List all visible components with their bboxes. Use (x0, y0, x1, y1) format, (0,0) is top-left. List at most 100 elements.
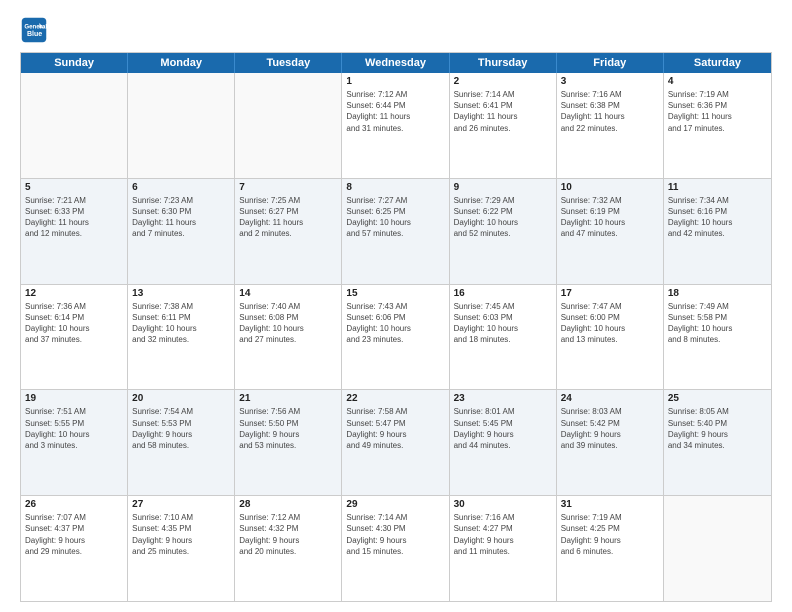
cell-info-text: Sunrise: 8:03 AM Sunset: 5:42 PM Dayligh… (561, 406, 659, 451)
calendar-cell: 18 Sunrise: 7:49 AM Sunset: 5:58 PM Dayli… (664, 285, 771, 390)
calendar-cell: 1 Sunrise: 7:12 AM Sunset: 6:44 PM Daylig… (342, 73, 449, 178)
cell-info-text: Sunrise: 7:49 AM Sunset: 5:58 PM Dayligh… (668, 301, 767, 346)
calendar-body: 1 Sunrise: 7:12 AM Sunset: 6:44 PM Daylig… (21, 73, 771, 601)
cell-info-text: Sunrise: 7:07 AM Sunset: 4:37 PM Dayligh… (25, 512, 123, 557)
cell-info-text: Sunrise: 7:10 AM Sunset: 4:35 PM Dayligh… (132, 512, 230, 557)
cell-date-number: 24 (561, 393, 659, 404)
cell-info-text: Sunrise: 7:47 AM Sunset: 6:00 PM Dayligh… (561, 301, 659, 346)
cell-info-text: Sunrise: 7:25 AM Sunset: 6:27 PM Dayligh… (239, 195, 337, 240)
cell-info-text: Sunrise: 7:23 AM Sunset: 6:30 PM Dayligh… (132, 195, 230, 240)
cell-date-number: 10 (561, 182, 659, 193)
cell-date-number: 21 (239, 393, 337, 404)
cell-info-text: Sunrise: 7:27 AM Sunset: 6:25 PM Dayligh… (346, 195, 444, 240)
cell-date-number: 12 (25, 288, 123, 299)
calendar-cell: 23 Sunrise: 8:01 AM Sunset: 5:45 PM Dayli… (450, 390, 557, 495)
cell-info-text: Sunrise: 7:29 AM Sunset: 6:22 PM Dayligh… (454, 195, 552, 240)
calendar-cell: 26 Sunrise: 7:07 AM Sunset: 4:37 PM Dayli… (21, 496, 128, 601)
calendar-cell: 4 Sunrise: 7:19 AM Sunset: 6:36 PM Daylig… (664, 73, 771, 178)
header-day-tuesday: Tuesday (235, 53, 342, 73)
cell-info-text: Sunrise: 7:12 AM Sunset: 6:44 PM Dayligh… (346, 89, 444, 134)
calendar-cell (128, 73, 235, 178)
cell-date-number: 11 (668, 182, 767, 193)
cell-date-number: 22 (346, 393, 444, 404)
cell-date-number: 13 (132, 288, 230, 299)
calendar-cell: 21 Sunrise: 7:56 AM Sunset: 5:50 PM Dayli… (235, 390, 342, 495)
svg-text:Blue: Blue (27, 31, 42, 38)
cell-date-number: 23 (454, 393, 552, 404)
cell-date-number: 7 (239, 182, 337, 193)
logo-icon: General Blue (20, 16, 48, 44)
cell-date-number: 16 (454, 288, 552, 299)
cell-info-text: Sunrise: 7:36 AM Sunset: 6:14 PM Dayligh… (25, 301, 123, 346)
cell-info-text: Sunrise: 8:01 AM Sunset: 5:45 PM Dayligh… (454, 406, 552, 451)
cell-info-text: Sunrise: 7:34 AM Sunset: 6:16 PM Dayligh… (668, 195, 767, 240)
calendar-page: General Blue SundayMondayTuesdayWednesda… (0, 0, 792, 612)
cell-info-text: Sunrise: 7:43 AM Sunset: 6:06 PM Dayligh… (346, 301, 444, 346)
calendar-cell: 5Sunrise: 7:21 AM Sunset: 6:33 PM Daylig… (21, 179, 128, 284)
header-day-saturday: Saturday (664, 53, 771, 73)
cell-info-text: Sunrise: 7:40 AM Sunset: 6:08 PM Dayligh… (239, 301, 337, 346)
cell-info-text: Sunrise: 7:51 AM Sunset: 5:55 PM Dayligh… (25, 406, 123, 451)
calendar-week-4: 19 Sunrise: 7:51 AM Sunset: 5:55 PM Dayli… (21, 390, 771, 496)
cell-date-number: 5 (25, 182, 123, 193)
calendar-cell: 3 Sunrise: 7:16 AM Sunset: 6:38 PM Daylig… (557, 73, 664, 178)
calendar-cell: 31Sunrise: 7:19 AM Sunset: 4:25 PM Dayli… (557, 496, 664, 601)
cell-info-text: Sunrise: 7:19 AM Sunset: 6:36 PM Dayligh… (668, 89, 767, 134)
cell-date-number: 29 (346, 499, 444, 510)
calendar: SundayMondayTuesdayWednesdayThursdayFrid… (20, 52, 772, 602)
cell-date-number: 15 (346, 288, 444, 299)
calendar-cell: 28Sunrise: 7:12 AM Sunset: 4:32 PM Dayli… (235, 496, 342, 601)
cell-date-number: 31 (561, 499, 659, 510)
cell-info-text: Sunrise: 7:16 AM Sunset: 6:38 PM Dayligh… (561, 89, 659, 134)
calendar-cell: 10 Sunrise: 7:32 AM Sunset: 6:19 PM Dayli… (557, 179, 664, 284)
cell-date-number: 17 (561, 288, 659, 299)
header-day-friday: Friday (557, 53, 664, 73)
calendar-week-5: 26 Sunrise: 7:07 AM Sunset: 4:37 PM Dayli… (21, 496, 771, 601)
header-day-sunday: Sunday (21, 53, 128, 73)
calendar-week-2: 5Sunrise: 7:21 AM Sunset: 6:33 PM Daylig… (21, 179, 771, 285)
cell-info-text: Sunrise: 7:14 AM Sunset: 6:41 PM Dayligh… (454, 89, 552, 134)
calendar-cell (21, 73, 128, 178)
calendar-cell: 27Sunrise: 7:10 AM Sunset: 4:35 PM Dayli… (128, 496, 235, 601)
calendar-cell: 8 Sunrise: 7:27 AM Sunset: 6:25 PM Daylig… (342, 179, 449, 284)
cell-date-number: 4 (668, 76, 767, 87)
cell-info-text: Sunrise: 7:14 AM Sunset: 4:30 PM Dayligh… (346, 512, 444, 557)
calendar-cell: 25Sunrise: 8:05 AM Sunset: 5:40 PM Dayli… (664, 390, 771, 495)
calendar-cell: 29 Sunrise: 7:14 AM Sunset: 4:30 PM Dayli… (342, 496, 449, 601)
cell-date-number: 9 (454, 182, 552, 193)
cell-info-text: Sunrise: 7:56 AM Sunset: 5:50 PM Dayligh… (239, 406, 337, 451)
calendar-week-3: 12 Sunrise: 7:36 AM Sunset: 6:14 PM Dayli… (21, 285, 771, 391)
calendar-cell: 16 Sunrise: 7:45 AM Sunset: 6:03 PM Dayli… (450, 285, 557, 390)
calendar-cell: 2 Sunrise: 7:14 AM Sunset: 6:41 PM Daylig… (450, 73, 557, 178)
cell-info-text: Sunrise: 7:45 AM Sunset: 6:03 PM Dayligh… (454, 301, 552, 346)
calendar-cell: 12 Sunrise: 7:36 AM Sunset: 6:14 PM Dayli… (21, 285, 128, 390)
cell-date-number: 1 (346, 76, 444, 87)
calendar-cell: 13 Sunrise: 7:38 AM Sunset: 6:11 PM Dayli… (128, 285, 235, 390)
cell-date-number: 19 (25, 393, 123, 404)
calendar-header: SundayMondayTuesdayWednesdayThursdayFrid… (21, 53, 771, 73)
cell-date-number: 3 (561, 76, 659, 87)
cell-date-number: 14 (239, 288, 337, 299)
cell-date-number: 18 (668, 288, 767, 299)
cell-info-text: Sunrise: 7:58 AM Sunset: 5:47 PM Dayligh… (346, 406, 444, 451)
svg-text:General: General (24, 23, 47, 30)
header-day-thursday: Thursday (450, 53, 557, 73)
calendar-cell: 7 Sunrise: 7:25 AM Sunset: 6:27 PM Daylig… (235, 179, 342, 284)
logo: General Blue (20, 16, 52, 44)
calendar-cell: 15 Sunrise: 7:43 AM Sunset: 6:06 PM Dayli… (342, 285, 449, 390)
cell-date-number: 2 (454, 76, 552, 87)
cell-info-text: Sunrise: 7:12 AM Sunset: 4:32 PM Dayligh… (239, 512, 337, 557)
cell-date-number: 25 (668, 393, 767, 404)
cell-date-number: 26 (25, 499, 123, 510)
cell-info-text: Sunrise: 7:32 AM Sunset: 6:19 PM Dayligh… (561, 195, 659, 240)
cell-date-number: 8 (346, 182, 444, 193)
calendar-cell: 9 Sunrise: 7:29 AM Sunset: 6:22 PM Daylig… (450, 179, 557, 284)
calendar-cell: 17 Sunrise: 7:47 AM Sunset: 6:00 PM Dayli… (557, 285, 664, 390)
calendar-cell: 11 Sunrise: 7:34 AM Sunset: 6:16 PM Dayli… (664, 179, 771, 284)
calendar-cell: 6Sunrise: 7:23 AM Sunset: 6:30 PM Daylig… (128, 179, 235, 284)
calendar-cell: 30Sunrise: 7:16 AM Sunset: 4:27 PM Dayli… (450, 496, 557, 601)
calendar-cell: 20Sunrise: 7:54 AM Sunset: 5:53 PM Dayli… (128, 390, 235, 495)
cell-info-text: Sunrise: 7:54 AM Sunset: 5:53 PM Dayligh… (132, 406, 230, 451)
cell-info-text: Sunrise: 7:38 AM Sunset: 6:11 PM Dayligh… (132, 301, 230, 346)
calendar-cell: 24 Sunrise: 8:03 AM Sunset: 5:42 PM Dayli… (557, 390, 664, 495)
